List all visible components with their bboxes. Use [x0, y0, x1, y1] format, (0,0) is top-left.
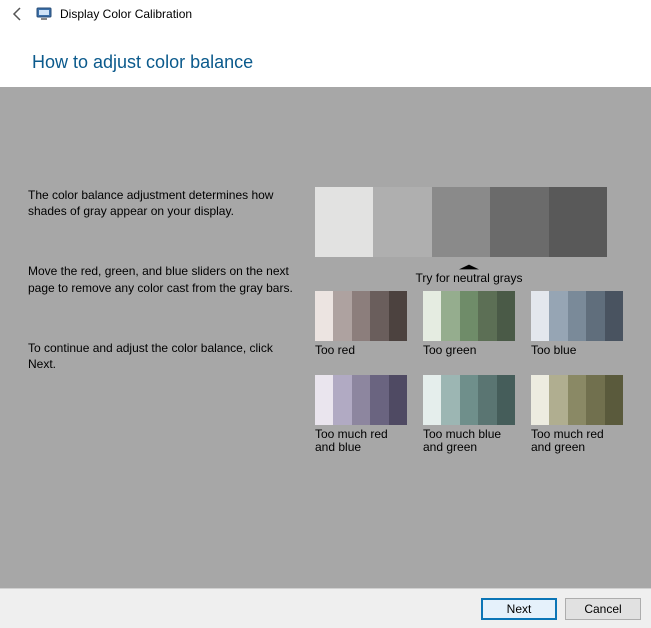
sample-label: Too green — [423, 344, 515, 357]
sample-too-blue-green: Too much blue and green — [423, 375, 515, 454]
sample-too-green: Too green — [423, 291, 515, 357]
cancel-button[interactable]: Cancel — [565, 598, 641, 620]
up-arrow-icon — [459, 265, 479, 270]
instructions-column: The color balance adjustment determines … — [28, 187, 293, 588]
sample-label: Too blue — [531, 344, 623, 357]
monitor-icon — [36, 6, 52, 22]
sample-too-red-blue: Too much red and blue — [315, 375, 407, 454]
heading-area: How to adjust color balance — [0, 28, 651, 87]
instruction-2: Move the red, green, and blue sliders on… — [28, 263, 293, 295]
content-area: The color balance adjustment determines … — [0, 87, 651, 588]
next-button[interactable]: Next — [481, 598, 557, 620]
sample-too-red-green: Too much red and green — [531, 375, 623, 454]
sample-label: Too much red and blue — [315, 428, 407, 454]
sample-label: Too red — [315, 344, 407, 357]
footer-bar: Next Cancel — [0, 588, 651, 628]
sample-label: Too much red and green — [531, 428, 623, 454]
neutral-gradient — [315, 187, 607, 257]
instruction-3: To continue and adjust the color balance… — [28, 340, 293, 372]
neutral-caption: Try for neutral grays — [315, 263, 623, 285]
arrow-left-icon — [10, 6, 26, 22]
page-heading: How to adjust color balance — [32, 36, 619, 73]
examples-column: Try for neutral grays Too red Too green — [315, 187, 623, 588]
back-button[interactable] — [8, 4, 28, 24]
instruction-1: The color balance adjustment determines … — [28, 187, 293, 219]
titlebar: Display Color Calibration — [0, 0, 651, 28]
sample-too-blue: Too blue — [531, 291, 623, 357]
sample-grid: Too red Too green Too blue Too much red … — [315, 291, 623, 455]
sample-too-red: Too red — [315, 291, 407, 357]
sample-label: Too much blue and green — [423, 428, 515, 454]
window-title: Display Color Calibration — [60, 7, 192, 21]
neutral-label: Try for neutral grays — [416, 271, 523, 285]
